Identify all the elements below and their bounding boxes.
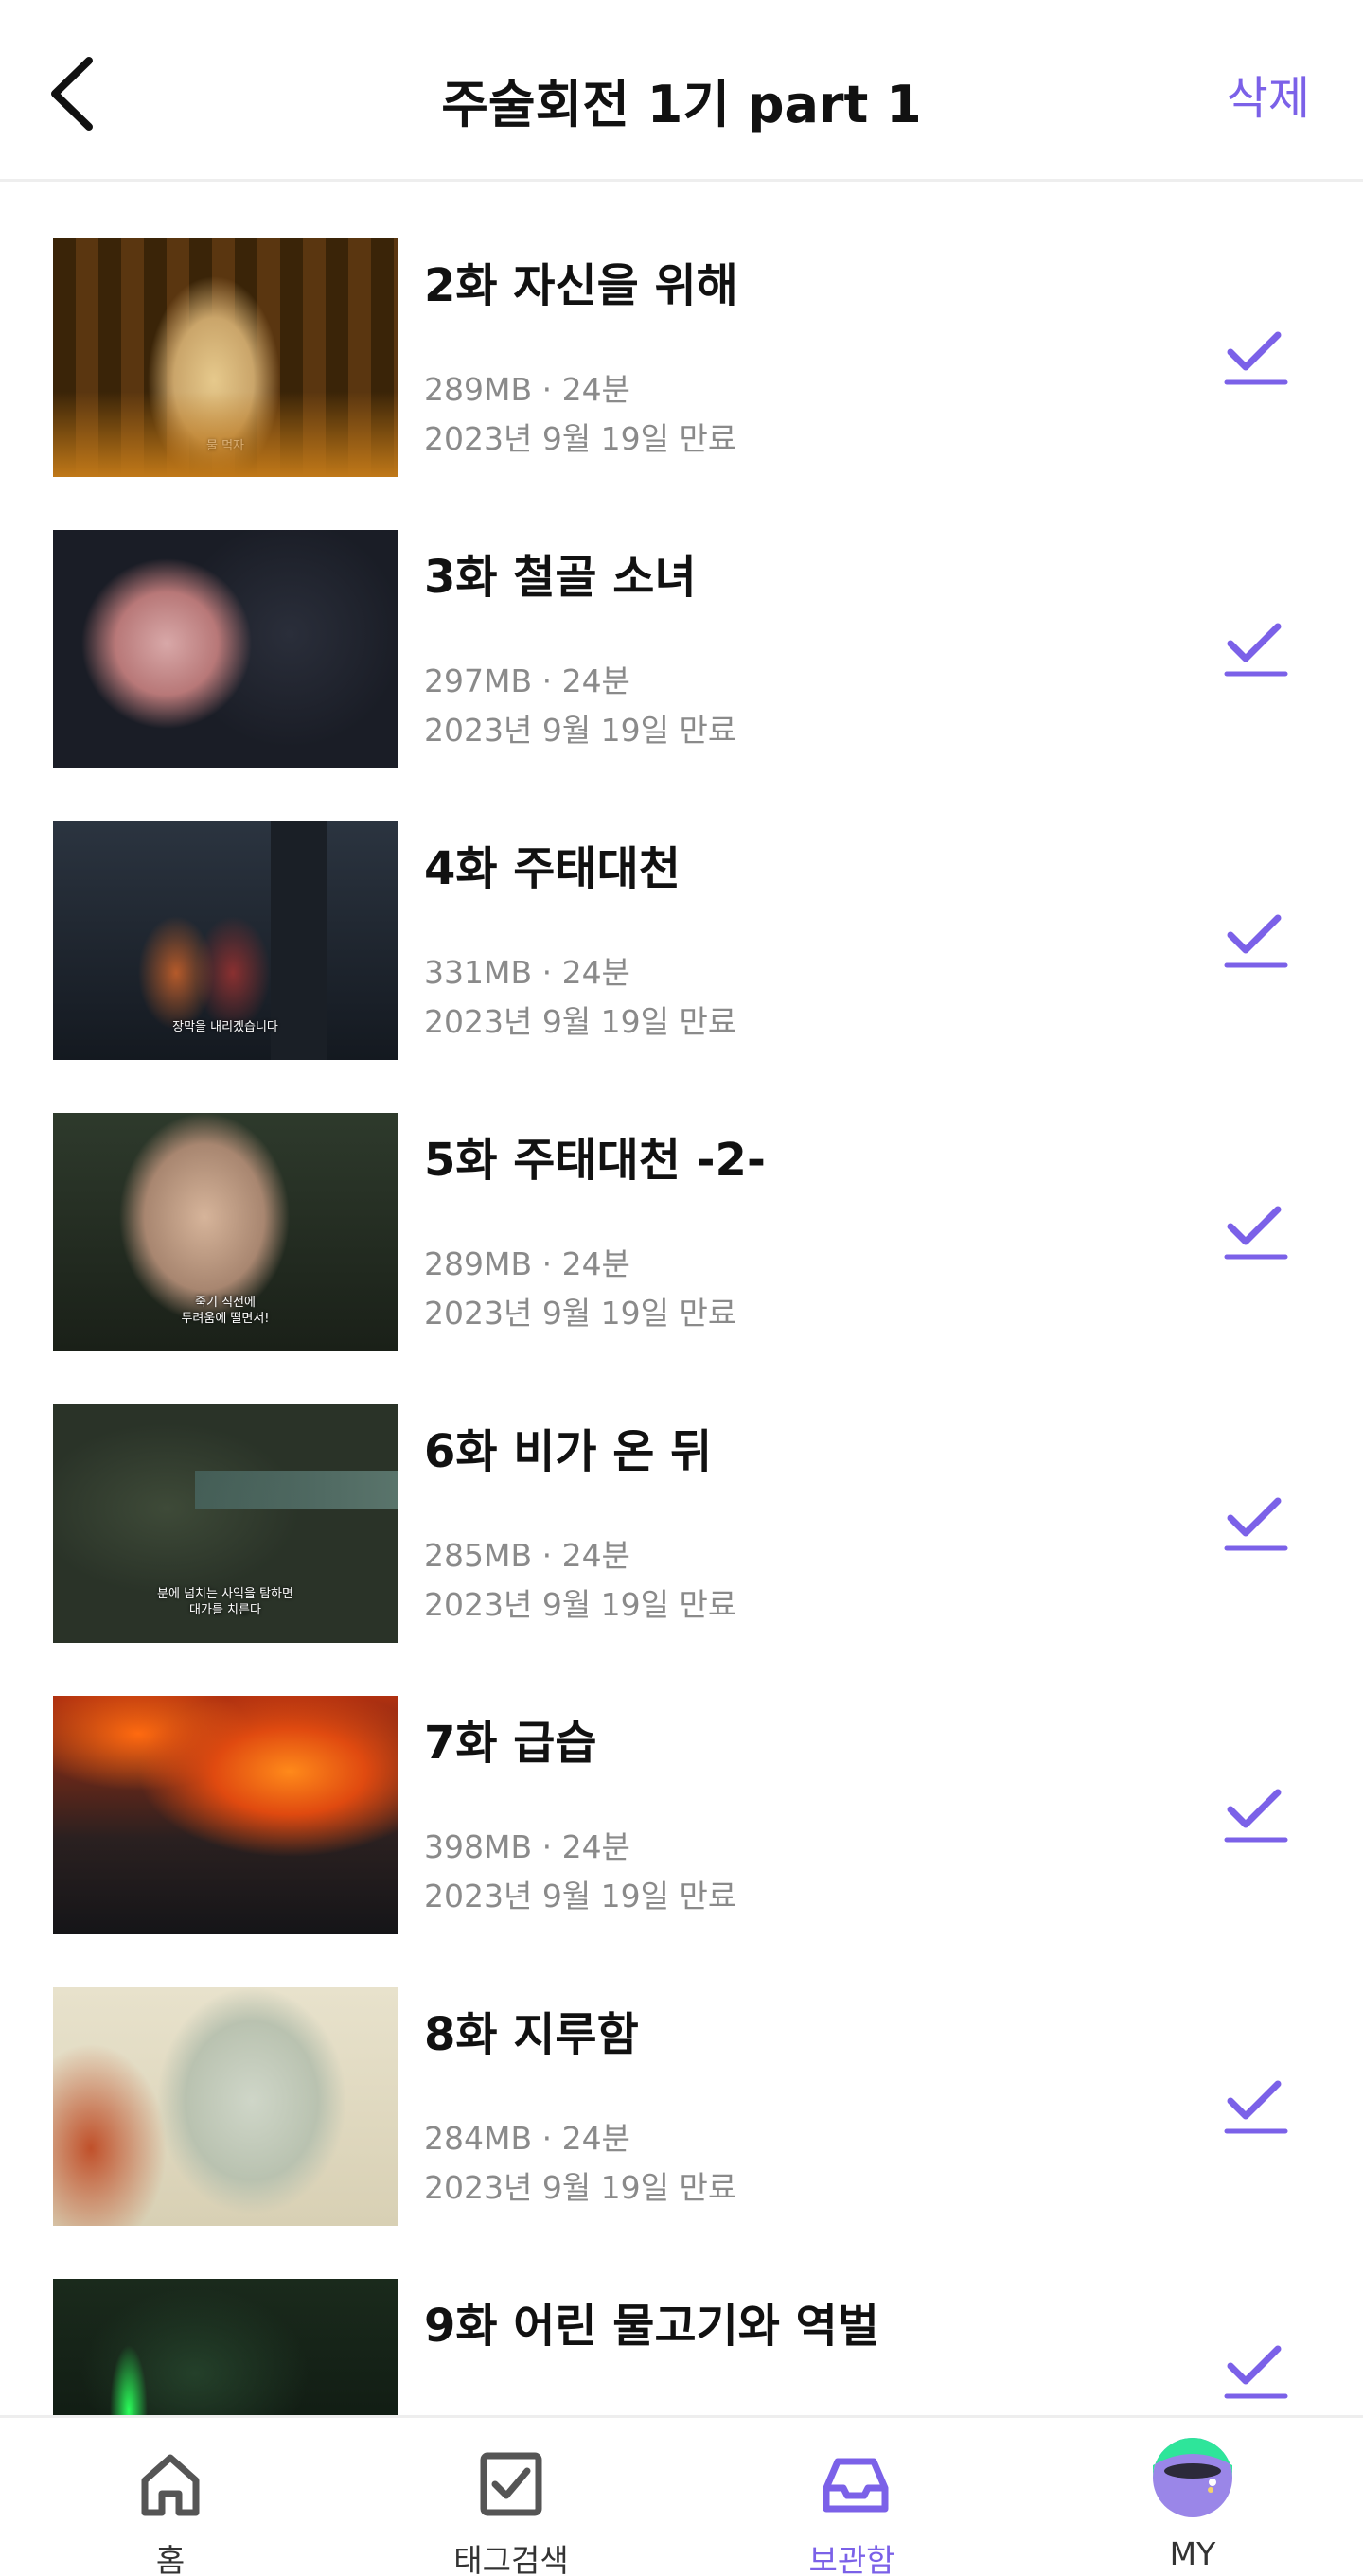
nav-tag-search-label: 태그검색 — [453, 2542, 569, 2576]
episode-expiry: 2023년 9월 19일 만료 — [424, 420, 737, 457]
home-icon — [141, 2454, 200, 2516]
episode-meta: 331MB · 24분 2023년 9월 19일 만료 — [424, 948, 736, 1047]
list-item[interactable]: 8화 지루함 284MB · 24분 2023년 9월 19일 만료 — [0, 1987, 1363, 2226]
check-icon[interactable] — [1223, 1787, 1289, 1845]
thumbnail-subtitle: 분에 넘치는 사익을 탐하면 대가를 치른다 — [157, 1587, 293, 1617]
episode-meta: 284MB · 24분 2023년 9월 19일 만료 — [424, 2114, 736, 2213]
thumbnail-subtitle: 물 먹자 — [205, 439, 244, 453]
page-title: 주술회전 1기 part 1 — [441, 75, 922, 134]
avatar-icon — [1153, 2438, 1232, 2517]
checkbox-icon — [480, 2452, 542, 2516]
nav-storage[interactable]: 보관함 — [757, 2418, 947, 2576]
list-item[interactable]: 7화 급습 398MB · 24분 2023년 9월 19일 만료 — [0, 1696, 1363, 1934]
list-item[interactable]: 장막을 내리겠습니다 4화 주태대천 331MB · 24분 2023년 9월 … — [0, 821, 1363, 1060]
header: 주술회전 1기 part 1 삭제 — [0, 0, 1363, 182]
episode-expiry: 2023년 9월 19일 만료 — [424, 1878, 737, 1914]
episode-meta: 289MB · 24분 2023년 9월 19일 만료 — [424, 1240, 736, 1338]
episode-thumbnail: 분에 넘치는 사익을 탐하면 대가를 치른다 — [53, 1404, 398, 1643]
check-icon[interactable] — [1223, 1495, 1289, 1554]
download-list: 물 먹자 2화 자신을 위해 289MB · 24분 2023년 9월 19일 … — [0, 182, 1363, 2415]
episode-meta: 398MB · 24분 2023년 9월 19일 만료 — [424, 1823, 736, 1921]
episode-title: 9화 어린 물고기와 역벌 — [424, 2300, 879, 2353]
check-icon[interactable] — [1223, 2078, 1289, 2137]
episode-size-duration: 284MB · 24분 — [424, 2120, 630, 2157]
nav-home-label: 홈 — [155, 2542, 186, 2576]
episode-title: 5화 주태대천 -2- — [424, 1134, 766, 1187]
episode-size-duration: 289MB · 24분 — [424, 1245, 630, 1282]
check-icon[interactable] — [1223, 621, 1289, 679]
nav-tag-search[interactable]: 태그검색 — [416, 2418, 606, 2576]
episode-title: 6화 비가 온 뒤 — [424, 1425, 713, 1478]
bottom-nav: 홈 태그검색 보관함 MY — [0, 2415, 1363, 2576]
nav-my[interactable]: MY — [1098, 2418, 1287, 2576]
episode-thumbnail — [53, 1987, 398, 2226]
episode-title: 8화 지루함 — [424, 2008, 639, 2061]
list-item[interactable]: 죽기 직전에 두려움에 떨면서! 5화 주태대천 -2- 289MB · 24분… — [0, 1113, 1363, 1351]
list-item[interactable]: 9화 어린 물고기와 역벌 — [0, 2279, 1363, 2415]
episode-thumbnail: 죽기 직전에 두려움에 떨면서! — [53, 1113, 398, 1351]
episode-thumbnail: 장막을 내리겠습니다 — [53, 821, 398, 1060]
check-icon[interactable] — [1223, 2343, 1289, 2402]
check-icon[interactable] — [1223, 912, 1289, 971]
episode-title: 4화 주태대천 — [424, 842, 681, 895]
check-icon[interactable] — [1223, 1204, 1289, 1262]
episode-expiry: 2023년 9월 19일 만료 — [424, 1003, 737, 1040]
nav-storage-label: 보관함 — [808, 2542, 895, 2576]
episode-title: 7화 급습 — [424, 1717, 597, 1770]
episode-thumbnail — [53, 2279, 398, 2415]
episode-title: 2화 자신을 위해 — [424, 259, 738, 312]
list-item[interactable]: 물 먹자 2화 자신을 위해 289MB · 24분 2023년 9월 19일 … — [0, 238, 1363, 477]
episode-expiry: 2023년 9월 19일 만료 — [424, 1295, 737, 1332]
episode-thumbnail: 물 먹자 — [53, 238, 398, 477]
thumbnail-subtitle: 장막을 내리겠습니다 — [172, 1020, 278, 1034]
app-screen: 주술회전 1기 part 1 삭제 물 먹자 2화 자신을 위해 289MB ·… — [0, 0, 1363, 2576]
episode-size-duration: 285MB · 24분 — [424, 1537, 630, 1574]
nav-my-label: MY — [1169, 2535, 1216, 2572]
episode-expiry: 2023년 9월 19일 만료 — [424, 2169, 737, 2206]
episode-thumbnail — [53, 1696, 398, 1934]
episode-expiry: 2023년 9월 19일 만료 — [424, 712, 737, 749]
episode-meta: 285MB · 24분 2023년 9월 19일 만료 — [424, 1531, 736, 1630]
nav-home[interactable]: 홈 — [76, 2418, 265, 2576]
delete-button[interactable]: 삭제 — [1227, 61, 1310, 127]
episode-size-duration: 289MB · 24분 — [424, 371, 630, 408]
episode-title: 3화 철골 소녀 — [424, 551, 697, 604]
thumbnail-subtitle: 죽기 직전에 두려움에 떨면서! — [181, 1296, 270, 1326]
episode-meta: 297MB · 24분 2023년 9월 19일 만료 — [424, 657, 736, 755]
episode-meta: 289MB · 24분 2023년 9월 19일 만료 — [424, 365, 736, 464]
list-item[interactable]: 3화 철골 소녀 297MB · 24분 2023년 9월 19일 만료 — [0, 530, 1363, 768]
episode-thumbnail — [53, 530, 398, 768]
episode-size-duration: 297MB · 24분 — [424, 662, 630, 699]
episode-size-duration: 331MB · 24분 — [424, 954, 630, 991]
episode-size-duration: 398MB · 24분 — [424, 1828, 630, 1865]
check-icon[interactable] — [1223, 329, 1289, 388]
episode-expiry: 2023년 9월 19일 만료 — [424, 1586, 737, 1623]
list-item[interactable]: 분에 넘치는 사익을 탐하면 대가를 치른다 6화 비가 온 뒤 285MB ·… — [0, 1404, 1363, 1643]
inbox-icon — [823, 2458, 889, 2513]
